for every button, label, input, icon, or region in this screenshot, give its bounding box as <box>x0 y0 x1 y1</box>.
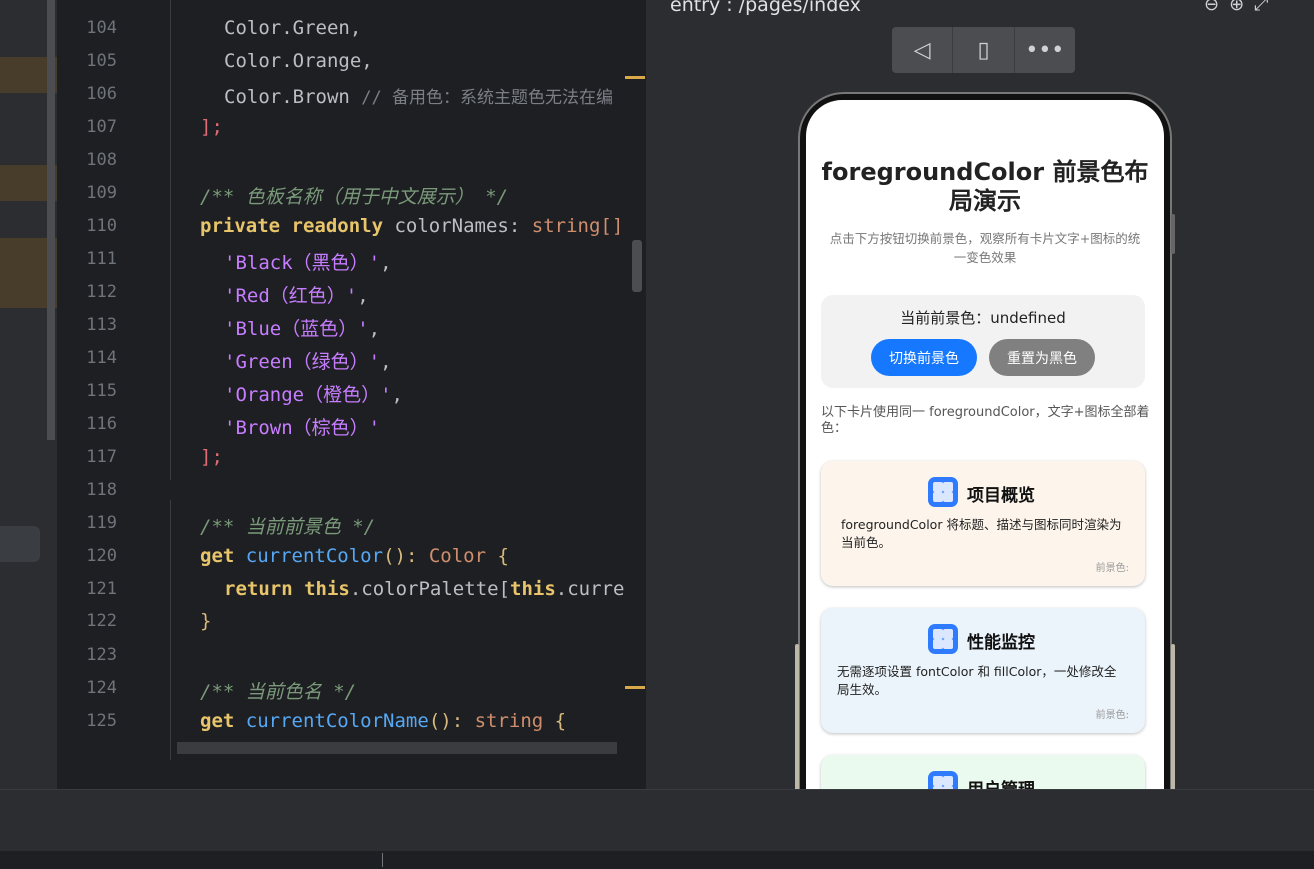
line-number: 108 <box>86 150 117 170</box>
line-number: 125 <box>86 711 117 731</box>
panel-scrollbar[interactable] <box>47 0 55 440</box>
code-editor[interactable]: 104 105 106 107 108 109 110 111 112 113 114 115 116 1… <box>57 0 646 789</box>
line-number: 112 <box>86 282 117 302</box>
code-line-109: /** 色板名称（用于中文展示） */ <box>200 186 509 208</box>
line-number-gutter: 104 105 106 107 108 109 110 111 112 113 114 115 116 1… <box>57 0 172 789</box>
code-line-121: return this.colorPalette[this.curre <box>224 578 625 600</box>
bottom-panel <box>0 789 1314 852</box>
preview-title: entry : /pages/index <box>670 0 861 16</box>
phone-button <box>1171 214 1175 254</box>
hint-text: 以下卡片使用同一 foregroundColor，文字+图标全部着色： <box>821 405 1150 436</box>
device-rotate-icon[interactable]: ▯ <box>953 27 1015 73</box>
project-panel-strip <box>0 0 57 789</box>
card-title: 性能监控 <box>967 633 1035 653</box>
grid-icon <box>928 477 958 507</box>
card-title: 用户管理 <box>967 775 1035 789</box>
zoom-controls[interactable]: ⊖⊕⤢ <box>1204 0 1279 15</box>
code-line-110: private readonly colorNames: string[] <box>200 215 624 237</box>
phone-side-edge <box>795 644 799 789</box>
code-line-105: Color.Orange, <box>224 50 373 72</box>
code-line-106: Color.Brown // 备用色：系统主题色无法在编 <box>224 86 614 108</box>
code-line-117: ]; <box>200 446 223 468</box>
card-desc: 无需逐项设置 fontColor 和 fillColor，一处修改全局生效。 <box>837 664 1117 697</box>
preview-toolbar: ◁ ▯ ••• <box>892 27 1075 73</box>
app-title: foregroundColor 前景色布局演示 <box>821 158 1149 215</box>
previewer-panel: entry : /pages/index ⊖⊕⤢ ◁ ▯ ••• foregro… <box>646 0 1314 789</box>
line-number: 111 <box>86 249 117 269</box>
code-line-113: 'Blue（蓝色）', <box>224 318 381 340</box>
change-marker <box>625 76 645 79</box>
code-line-111: 'Black（黑色）', <box>224 252 392 274</box>
switch-color-button[interactable]: 切换前景色 <box>871 339 977 376</box>
code-line-112: 'Red（红色）', <box>224 285 369 307</box>
line-number: 107 <box>86 117 117 137</box>
card-project-overview[interactable]: 项目概览 foregroundColor 将标题、描述与图标同时渲染为当前色。 … <box>821 461 1145 586</box>
line-number: 106 <box>86 84 117 104</box>
more-icon[interactable]: ••• <box>1015 27 1075 73</box>
line-number: 116 <box>86 414 117 434</box>
current-color-label: 当前前景色：undefined <box>900 309 1066 327</box>
line-number: 124 <box>86 678 117 698</box>
card-foot: 前景色: <box>1095 710 1129 721</box>
indent-guide <box>170 500 171 760</box>
line-number: 110 <box>86 216 117 236</box>
editor-scrollbar[interactable] <box>632 240 642 292</box>
app-subtitle: 点击下方按钮切换前景色，观察所有卡片文字+图标的统一变色效果 <box>829 231 1141 265</box>
card-performance[interactable]: 性能监控 无需逐项设置 fontColor 和 fillColor，一处修改全局… <box>821 608 1145 733</box>
code-line-124: /** 当前色名 */ <box>200 681 357 703</box>
control-panel: 当前前景色：undefined 切换前景色 重置为黑色 <box>821 295 1145 388</box>
code-line-116: 'Brown（棕色）' <box>224 417 381 439</box>
line-number: 109 <box>86 183 117 203</box>
horizontal-scrollbar[interactable] <box>177 742 617 754</box>
code-line-122: } <box>200 610 212 632</box>
line-number: 117 <box>86 447 117 467</box>
selected-item[interactable] <box>0 526 40 562</box>
line-number: 120 <box>86 546 117 566</box>
status-divider <box>382 853 383 867</box>
line-number: 123 <box>86 645 117 665</box>
line-number: 105 <box>86 51 117 71</box>
reset-black-button[interactable]: 重置为黑色 <box>989 339 1095 376</box>
code-line-114: 'Green（绿色）', <box>224 351 392 373</box>
card-foot: 前景色: <box>1095 563 1129 574</box>
grid-icon <box>928 624 958 654</box>
line-number: 122 <box>86 611 117 631</box>
card-desc: foregroundColor 将标题、描述与图标同时渲染为当前色。 <box>841 517 1122 550</box>
phone-side-edge <box>1171 644 1175 789</box>
grid-icon <box>928 771 958 789</box>
change-marker <box>625 686 645 689</box>
line-number: 104 <box>86 18 117 38</box>
code-line-119: /** 当前前景色 */ <box>200 516 376 538</box>
code-line-120: get currentColor(): Color { <box>200 545 509 567</box>
back-icon[interactable]: ◁ <box>892 27 954 73</box>
line-number: 114 <box>86 348 117 368</box>
card-title: 项目概览 <box>967 486 1035 506</box>
phone-screen: foregroundColor 前景色布局演示 点击下方按钮切换前景色，观察所有… <box>806 100 1164 789</box>
code-line-125: get currentColorName(): string { <box>200 710 567 732</box>
status-bar <box>0 851 1314 869</box>
line-number: 113 <box>86 315 117 335</box>
line-number: 121 <box>86 579 117 599</box>
line-number: 118 <box>86 480 117 500</box>
line-number: 119 <box>86 513 117 533</box>
code-line-115: 'Orange（橙色）', <box>224 384 403 406</box>
card-user-management[interactable]: 用户管理 <box>821 755 1145 789</box>
code-line-107: ]; <box>200 116 223 138</box>
line-number: 115 <box>86 381 117 401</box>
code-line-104: Color.Green, <box>224 17 362 39</box>
indent-guide <box>170 0 171 480</box>
phone-frame: foregroundColor 前景色布局演示 点击下方按钮切换前景色，观察所有… <box>795 92 1175 789</box>
